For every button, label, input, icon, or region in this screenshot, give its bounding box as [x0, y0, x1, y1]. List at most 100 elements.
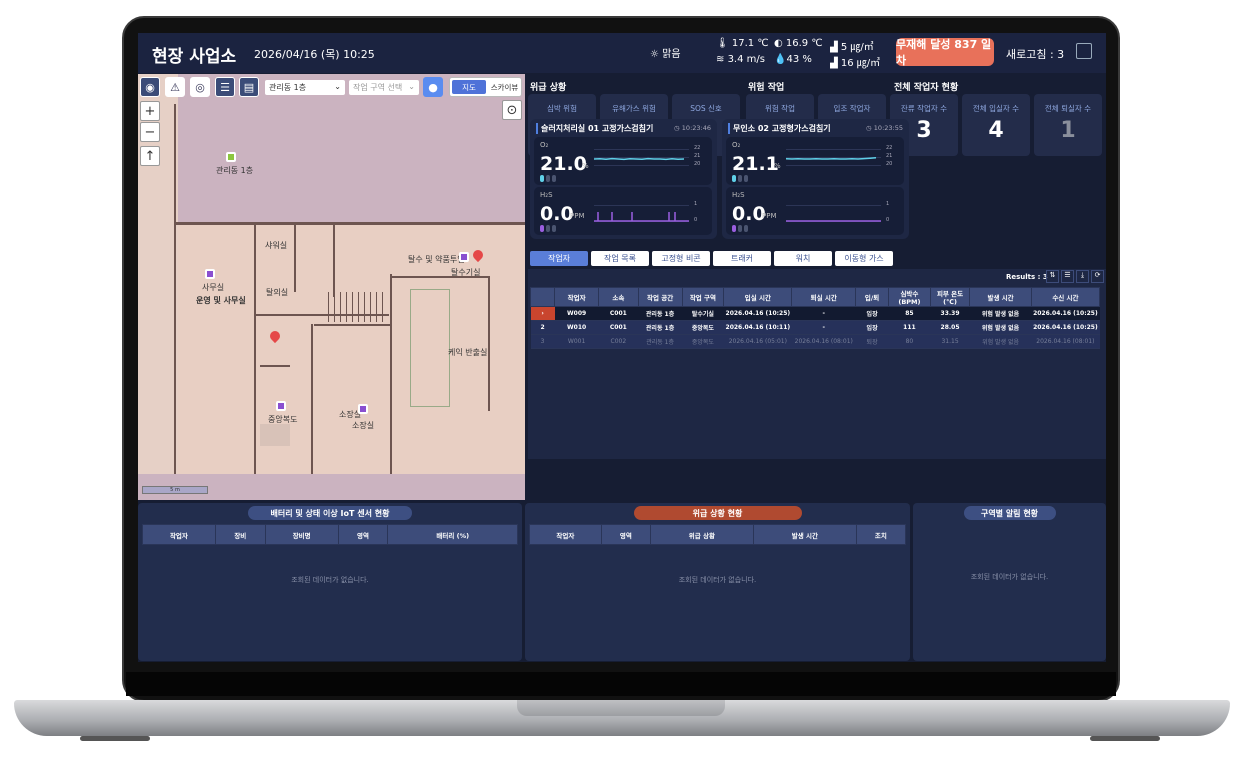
table-row[interactable]: › W009 C001 관리동 1층 탈수기실 2026.04.16 (10:25) - 입장…: [530, 306, 1100, 321]
table-cell: 위험 발생 없음: [969, 320, 1032, 335]
north-arrow-button[interactable]: ↑: [140, 146, 160, 166]
refresh-icon[interactable]: ⟳: [1091, 270, 1104, 283]
sensor-marker[interactable]: [459, 252, 469, 262]
worker-search-icon[interactable]: ◎: [190, 77, 210, 97]
gas-timestamp: ◷ 10:23:55: [866, 124, 903, 132]
tab-1[interactable]: 작업 목록: [591, 251, 649, 266]
zoom-in-button[interactable]: +: [140, 101, 160, 121]
sparkline: [594, 157, 685, 161]
axis-tick: 22: [694, 145, 701, 151]
worker-location-pin[interactable]: [267, 328, 283, 344]
map-view-button[interactable]: 지도: [452, 80, 486, 94]
refresh-counter[interactable]: 새로고침 : 3: [1006, 46, 1064, 62]
column-header[interactable]: 소속: [598, 287, 639, 307]
column-header[interactable]: 발생 시간: [752, 524, 857, 545]
table-cell: 관리동 1층: [638, 306, 683, 321]
table-cell: 관리동 1층: [638, 334, 683, 349]
table-row[interactable]: 2 W010 C001 관리동 1층 중앙복도 2026.04.16 (10:11) - 입장…: [530, 320, 1100, 335]
column-header[interactable]: 영역: [337, 524, 389, 545]
sensor-marker[interactable]: [205, 269, 215, 279]
column-header[interactable]: 수신 시간: [1030, 287, 1101, 307]
sensor-marker[interactable]: [276, 401, 286, 411]
window-restore-icon[interactable]: [1076, 43, 1092, 59]
stat-label: SOS 신호: [690, 104, 722, 113]
tab-2[interactable]: 고정형 비콘: [652, 251, 710, 266]
table-cell: 2026.04.16 (10:25): [1031, 320, 1100, 335]
room-label: 관리동 1층: [216, 166, 254, 175]
humidity: 💧43 %: [774, 54, 812, 65]
zone-select[interactable]: 작업 구역 선택 ⌄: [349, 80, 419, 95]
wall: [390, 274, 392, 500]
warning-view-icon[interactable]: ⚠: [165, 77, 185, 97]
level-indicator: [540, 175, 556, 182]
stat-card[interactable]: 전체 퇴실자 수 1: [1034, 94, 1102, 156]
gas-detector-card[interactable]: 무인소 02 고정형가스검침기 ◷ 10:23:55 O₂ 21.1% 22 21 20 H₂…: [722, 119, 909, 239]
axis-tick: 1: [694, 201, 698, 207]
column-header[interactable]: 장비명: [264, 524, 339, 545]
column-header[interactable]: 조치: [855, 524, 907, 545]
column-header[interactable]: 작업 공간: [637, 287, 683, 307]
timestamp-value: 10:23:55: [873, 124, 903, 132]
worker-table-wrap: 작업자 소속 작업 공간 작업 구역 입실 시간 퇴실 시간 입/퇴 심박수 (BPM) 피부 …: [529, 287, 1101, 349]
stat-card[interactable]: 전체 입실자 수 4: [962, 94, 1030, 156]
table-cell: 80: [888, 334, 931, 349]
tab-5[interactable]: 이동형 가스: [835, 251, 893, 266]
column-header[interactable]: 작업 구역: [681, 287, 725, 307]
results-count: Results : 3: [1006, 273, 1048, 281]
column-header[interactable]: 심박수 (BPM): [888, 287, 931, 307]
column-header[interactable]: 작업자: [529, 524, 602, 545]
table-cell: C002: [598, 334, 639, 349]
columns-icon[interactable]: ☰: [1061, 270, 1074, 283]
gas-detector-title: 무인소 02 고정형가스검침기: [728, 123, 831, 134]
tab-0[interactable]: 작업자: [530, 251, 588, 266]
column-header[interactable]: 입실 시간: [723, 287, 793, 307]
table-cell: W009: [554, 306, 599, 321]
table-cell: 3: [530, 334, 555, 349]
table-cell: C001: [598, 320, 639, 335]
table-cell: 중앙복도: [682, 320, 724, 335]
filter-icon[interactable]: ⇅: [1046, 270, 1059, 283]
location-icon[interactable]: ●: [423, 77, 443, 97]
table-row[interactable]: 3 W001 C002 관리동 1층 중앙복도 2026.04.16 (05:01) 202…: [530, 334, 1100, 349]
gas-value: 21.0: [540, 153, 587, 175]
skyview-button[interactable]: 스카이뷰: [488, 78, 521, 96]
column-header[interactable]: 피부 온도 (℃): [929, 287, 971, 307]
tab-4[interactable]: 워치: [774, 251, 832, 266]
room-label: 중앙복도: [268, 415, 298, 424]
view-toggle: 지도 스카이뷰: [449, 77, 522, 97]
building-marker[interactable]: [226, 152, 236, 162]
column-header[interactable]: [529, 287, 556, 307]
tab-3[interactable]: 트래커: [713, 251, 771, 266]
floor-select[interactable]: 관리동 1층 ⌄: [265, 80, 345, 95]
recenter-icon[interactable]: ⊙: [502, 100, 522, 120]
column-header[interactable]: 배터리 (%): [387, 524, 518, 545]
room-label: 사무실: [202, 283, 225, 292]
table-cell: 2026.04.16 (10:25): [723, 306, 792, 321]
table-cell: 2: [530, 320, 555, 335]
column-header[interactable]: 작업자: [554, 287, 600, 307]
column-header[interactable]: 퇴실 시간: [791, 287, 857, 307]
list-icon[interactable]: ☰: [215, 77, 235, 97]
floor-map[interactable]: 5 m 관리동 1층 사무실 운영 및 사무실 샤워실 탈의실 탈수 및 약품투…: [138, 74, 525, 500]
sensor-marker[interactable]: [358, 404, 368, 414]
worker-location-pin[interactable]: [470, 247, 486, 263]
column-header[interactable]: 입/퇴: [855, 287, 890, 307]
column-header[interactable]: 위급 상황: [649, 524, 754, 545]
level-dot: [738, 175, 742, 182]
eye-icon[interactable]: ◉: [140, 77, 160, 97]
battery-panel: 배터리 및 상태 이상 IoT 센서 현황 작업자 장비 장비명 영역 배터리 (%) …: [138, 503, 522, 661]
gas-detector-card[interactable]: 슬러지처리실 01 고정가스검침기 ◷ 10:23:46 O₂ 21.0% 22 21 20…: [530, 119, 717, 239]
download-icon[interactable]: ⤓: [1076, 270, 1089, 283]
column-header[interactable]: 장비: [214, 524, 266, 545]
weather: ☼ 맑음: [650, 45, 681, 60]
gas-name: O₂: [540, 141, 549, 149]
zoom-out-button[interactable]: −: [140, 122, 160, 142]
wall: [254, 222, 256, 500]
h2s-reading: H₂S 0.0 PPM 1 0: [534, 187, 712, 235]
stairs: [328, 292, 384, 322]
emergency-table: 작업자 영역 위급 상황 발생 시간 조치: [529, 524, 907, 545]
column-header[interactable]: 발생 시간: [969, 287, 1032, 307]
column-header[interactable]: 작업자: [142, 524, 216, 545]
column-header[interactable]: 영역: [600, 524, 651, 545]
panel-icon[interactable]: ▤: [239, 77, 259, 97]
